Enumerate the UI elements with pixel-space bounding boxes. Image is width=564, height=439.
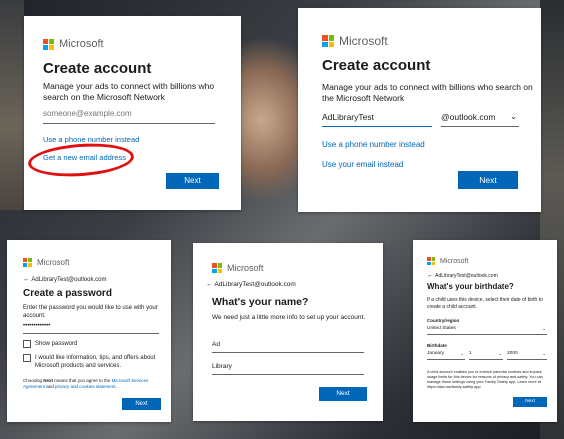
show-password-label: Show password <box>35 341 78 347</box>
page-title: Create account <box>43 60 152 77</box>
brand-name: Microsoft <box>440 257 469 265</box>
back-link[interactable]: ← AdLibraryTest@outlook.com <box>206 281 296 288</box>
birthdate-card: Microsoft ← AdLibraryTest@outlook.com Wh… <box>413 240 557 422</box>
microsoft-logo: Microsoft <box>322 34 388 48</box>
birth-year-stepper[interactable]: 2000 ⌄ <box>507 351 547 360</box>
show-password-checkbox[interactable]: Show password <box>23 340 77 348</box>
username-input[interactable]: AdLibraryTest <box>322 112 432 127</box>
back-link[interactable]: ← AdLibraryTest@outlook.com <box>23 276 106 283</box>
microsoft-logo-icon <box>212 263 222 273</box>
brand-name: Microsoft <box>59 38 104 50</box>
description: We need just a little more info to set u… <box>212 314 366 321</box>
create-account-card-new-email: Microsoft Create account Manage your ads… <box>298 8 541 212</box>
checkbox-icon <box>23 354 31 362</box>
microsoft-logo-icon <box>23 258 32 267</box>
back-link[interactable]: ← AdLibraryTest@outlook.com <box>427 272 498 279</box>
microsoft-logo: Microsoft <box>23 258 69 267</box>
description: If a child uses this device, select thei… <box>427 297 543 310</box>
microsoft-logo-icon <box>427 257 435 265</box>
back-arrow-icon: ← <box>206 281 213 288</box>
next-button[interactable]: Next <box>513 397 547 407</box>
account-email: AdLibraryTest@outlook.com <box>31 277 107 283</box>
next-button[interactable]: Next <box>166 173 219 189</box>
page-title: What's your name? <box>212 296 309 308</box>
terms-text: Choosing Next means that you agree to th… <box>23 378 149 389</box>
page-title: Create account <box>322 57 431 74</box>
password-input[interactable]: ••••••••••••• <box>23 323 159 334</box>
chevron-down-icon: ⌄ <box>498 351 502 356</box>
chevron-down-icon: ⌄ <box>542 351 546 356</box>
next-button[interactable]: Next <box>122 398 161 410</box>
page-title: Create a password <box>23 288 112 299</box>
microsoft-logo: Microsoft <box>427 257 468 265</box>
country-label: Country/region <box>427 318 460 323</box>
chevron-down-icon: ⌄ <box>510 112 517 121</box>
name-card: Microsoft ← AdLibraryTest@outlook.com Wh… <box>193 243 383 421</box>
use-phone-link[interactable]: Use a phone number instead <box>322 140 425 149</box>
create-password-card: Microsoft ← AdLibraryTest@outlook.com Cr… <box>7 240 171 422</box>
privacy-statement-link[interactable]: privacy and cookies statement <box>55 384 116 389</box>
child-account-info: A child account enables you to enforce p… <box>427 370 543 389</box>
use-email-link[interactable]: Use your email instead <box>322 160 403 169</box>
create-account-card-email: Microsoft Create account Manage your ads… <box>24 16 241 210</box>
back-arrow-icon: ← <box>23 276 30 283</box>
microsoft-logo-icon <box>43 38 54 50</box>
chevron-down-icon: ⌄ <box>542 326 546 331</box>
domain-value: @outlook.com <box>441 112 496 122</box>
first-name-input[interactable]: Ad <box>212 341 364 353</box>
next-button[interactable]: Next <box>458 171 518 189</box>
background-detail <box>0 0 24 210</box>
brand-name: Microsoft <box>339 34 388 48</box>
birthdate-label: Birthdate <box>427 343 447 348</box>
day-value: 1 <box>469 351 472 356</box>
offers-label: I would like information, tips, and offe… <box>35 355 156 369</box>
brand-name: Microsoft <box>37 258 70 267</box>
page-title: What's your birthdate? <box>427 282 514 291</box>
country-select[interactable]: United States ⌄ <box>427 326 547 335</box>
microsoft-logo: Microsoft <box>212 263 264 273</box>
last-name-input[interactable]: Library <box>212 363 364 375</box>
country-value: United States <box>427 326 456 331</box>
email-input[interactable]: someone@example.com <box>43 109 215 124</box>
birth-day-select[interactable]: 1 ⌄ <box>469 351 503 360</box>
birth-month-select[interactable]: January ⌄ <box>427 351 465 360</box>
description: Manage your ads to connect with billions… <box>43 81 215 102</box>
month-value: January <box>427 351 445 356</box>
next-button[interactable]: Next <box>319 387 367 401</box>
red-annotation-circle <box>27 140 135 180</box>
year-value: 2000 <box>507 351 518 356</box>
domain-select[interactable]: @outlook.com ⌄ <box>441 112 519 127</box>
chevron-down-icon: ⌄ <box>460 351 464 356</box>
offers-checkbox[interactable]: I would like information, tips, and offe… <box>23 354 163 370</box>
back-arrow-icon: ← <box>427 272 434 279</box>
checkbox-icon <box>23 340 31 348</box>
description: Enter the password you would like to use… <box>23 305 158 319</box>
microsoft-logo: Microsoft <box>43 38 104 50</box>
brand-name: Microsoft <box>227 263 264 273</box>
description: Manage your ads to connect with billions… <box>322 82 533 103</box>
microsoft-logo-icon <box>322 35 334 47</box>
account-email: AdLibraryTest@outlook.com <box>214 281 296 288</box>
account-email: AdLibraryTest@outlook.com <box>435 273 498 279</box>
